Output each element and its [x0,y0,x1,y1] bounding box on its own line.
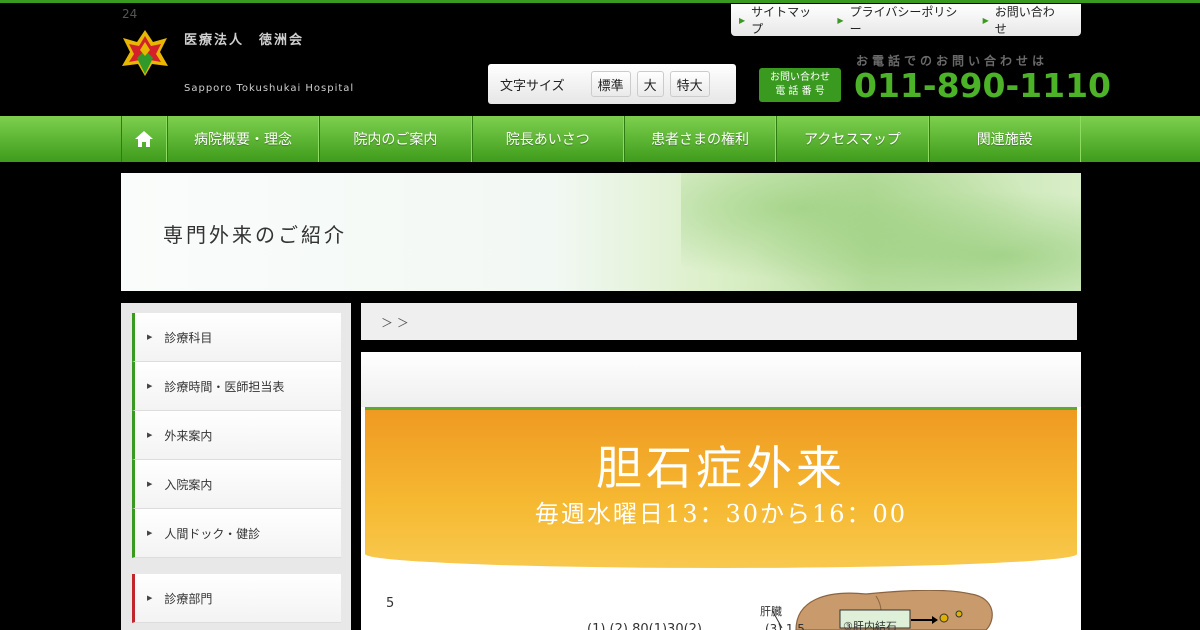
triangle-right-icon: ▶ [147,529,153,537]
sidebar-item-hours[interactable]: ▶ 診療時間・医師担当表 [132,362,341,411]
home-icon [134,131,153,147]
nav-item-director-greeting[interactable]: 院長あいさつ [471,116,624,162]
nav-item-patient-rights[interactable]: 患者さまの権利 [623,116,777,162]
sidebar-item-label: 外来案内 [164,428,213,443]
sidebar-item-label: 診療部門 [164,591,213,606]
triangle-right-icon: ▶ [147,431,153,439]
liver-label: 肝臓 [760,605,782,618]
sidebar-item-divisions[interactable]: ▶ 診療部門 [132,574,341,623]
breadcrumb[interactable]: ＞ ＞ [361,303,1077,340]
triangle-right-icon: ▶ [147,382,153,390]
sidebar-item-label: 診療科目 [164,330,213,345]
sitemap-link-label: サイトマップ [751,5,812,36]
triangle-right-icon: ▶ [982,15,989,25]
content-header [361,352,1081,407]
utility-bar: ▶ サイトマップ ▶ プライバシーポリシー ▶ お問い合わせ [731,4,1081,36]
sidebar-item-label: 診療時間・医師担当表 [164,379,285,394]
font-size-label: 文字サイズ [500,78,565,94]
phone-badge-line1: お問い合わせ [770,72,830,83]
font-size-normal-button[interactable]: 標準 [590,71,631,97]
font-size-xlarge-button[interactable]: 特大 [669,71,710,97]
privacy-policy-link[interactable]: ▶ プライバシーポリシー [837,3,966,37]
sidebar-group-main: ▶ 診療科目 ▶ 診療時間・医師担当表 ▶ 外来案内 ▶ 入院案内 ▶ 人間ドック・健診 [132,313,341,558]
nav-item-facility-guide[interactable]: 院内のご案内 [319,116,472,162]
section-number: 5 [386,596,395,611]
nav-item-related-facilities[interactable]: 関連施設 [928,116,1081,162]
sidebar-item-label: 入院案内 [164,477,213,492]
hospital-logo-icon[interactable] [120,28,170,78]
org-name: 医療法人 徳洲会 [184,33,305,48]
sidebar-item-departments[interactable]: ▶ 診療科目 [132,313,341,362]
triangle-right-icon: ▶ [739,15,746,25]
contact-link-label: お問い合わせ [994,5,1055,36]
font-size-large-button[interactable]: 大 [636,71,664,97]
triangle-right-icon: ▶ [147,480,153,488]
triangle-right-icon: ▶ [837,15,844,25]
contact-link[interactable]: ▶ お問い合わせ [983,3,1065,37]
sidebar-item-outpatient[interactable]: ▶ 外来案内 [132,411,341,460]
clinic-banner: 胆石症外来 毎週水曜日13：30から16：00 [365,410,1077,568]
main-content: 胆石症外来 毎週水曜日13：30から16：00 5 (1) (2) 80(1)3… [361,352,1081,630]
clinic-schedule: 毎週水曜日13：30から16：00 [534,500,908,528]
sitemap-link[interactable]: ▶ サイトマップ [739,3,821,37]
font-size-selector: 文字サイズ 標準 大 特大 [488,64,736,104]
phone-number[interactable]: 011-890-1110 [854,66,1111,105]
corner-number: 24 [122,7,138,21]
banner-title: 専門外来のご紹介 [163,223,347,247]
sidebar-item-inpatient[interactable]: ▶ 入院案内 [132,460,341,509]
sidebar-item-label: 人間ドック・健診 [164,526,261,541]
phone-badge: お問い合わせ 電 話 番 号 [759,68,841,102]
page-banner: 専門外来のご紹介 [121,173,1081,291]
body-text-fragment: (1) (2) 80(1)30(2) [587,622,703,630]
main-nav: 病院概要・理念 院内のご案内 院長あいさつ 患者さまの権利 アクセスマップ 関連… [0,116,1200,162]
phone-badge-line2: 電 話 番 号 [775,86,825,97]
clinic-title: 胆石症外来 [596,441,846,495]
banner-leaf-image [681,173,1081,291]
sidebar-item-checkup[interactable]: ▶ 人間ドック・健診 [132,509,341,558]
triangle-right-icon: ▶ [147,594,153,602]
triangle-right-icon: ▶ [147,333,153,341]
nav-item-access-map[interactable]: アクセスマップ [776,116,929,162]
org-name-en: Sapporo Tokushukai Hospital [184,83,355,94]
privacy-policy-link-label: プライバシーポリシー [849,5,958,36]
nav-home[interactable] [121,116,167,162]
sidebar: ▶ 診療科目 ▶ 診療時間・医師担当表 ▶ 外来案内 ▶ 入院案内 ▶ 人間ドック・健診 … [121,303,351,630]
nav-item-overview[interactable]: 病院概要・理念 [166,116,320,162]
gallstone-label: ③肝内結石 [843,620,897,630]
body-text-fragment-2: (3) 1.5 [765,622,805,630]
sidebar-group-departments: ▶ 診療部門 [132,574,341,623]
